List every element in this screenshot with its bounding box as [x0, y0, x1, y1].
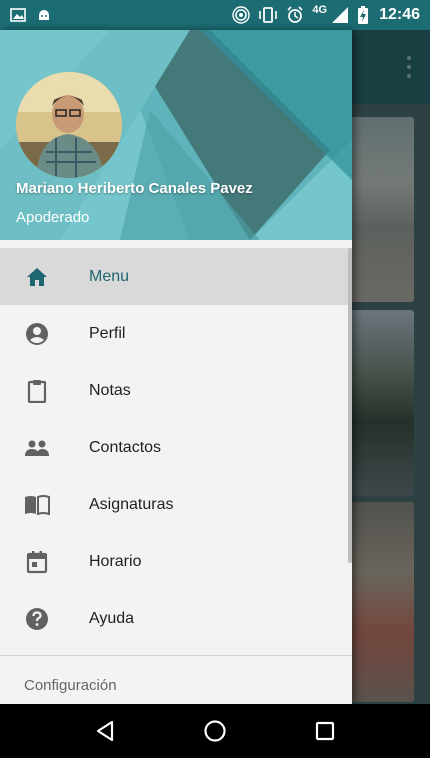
account-circle-icon — [24, 321, 50, 347]
people-icon — [24, 435, 50, 461]
status-time: 12:46 — [379, 6, 420, 23]
menu-item-ayuda[interactable]: Ayuda — [0, 590, 352, 647]
android-icon — [36, 7, 52, 23]
signal-icon — [331, 6, 349, 24]
menu-item-label: Notas — [89, 381, 131, 399]
avatar[interactable] — [16, 72, 122, 178]
alarm-icon — [286, 6, 304, 24]
menu-item-label: Horario — [89, 552, 142, 570]
network-type-label: 4G — [312, 4, 328, 16]
menu-item-asignaturas[interactable]: Asignaturas — [0, 476, 352, 533]
hotspot-icon — [232, 6, 251, 24]
clipboard-icon — [24, 378, 50, 404]
menu-item-contactos[interactable]: Contactos — [0, 419, 352, 476]
home-circle-icon[interactable] — [195, 711, 235, 751]
calendar-icon — [24, 549, 50, 575]
navigation-drawer: Mariano Heriberto Canales Pavez Apoderad… — [0, 30, 352, 704]
vibrate-icon — [258, 6, 278, 24]
menu-item-horario[interactable]: Horario — [0, 533, 352, 590]
menu-item-menu[interactable]: Menu — [0, 248, 352, 305]
menu-item-label: Perfil — [89, 324, 126, 342]
status-bar: 4G 12:46 — [0, 0, 430, 30]
drawer-header: Mariano Heriberto Canales Pavez Apoderad… — [0, 30, 352, 240]
menu-item-label: Asignaturas — [89, 495, 174, 513]
drawer-menu: Menu Perfil Notas Contactos Asignaturas — [0, 248, 352, 647]
menu-item-label: Contactos — [89, 438, 162, 456]
menu-item-label: Ayuda — [89, 609, 135, 627]
profile-role: Apoderado — [16, 209, 90, 226]
battery-charging-icon — [357, 6, 369, 24]
menu-item-perfil[interactable]: Perfil — [0, 305, 352, 362]
system-navigation-bar — [0, 704, 430, 758]
menu-divider — [0, 655, 352, 656]
profile-name: Mariano Heriberto Canales Pavez — [16, 180, 253, 197]
home-icon — [24, 264, 50, 290]
drawer-scrollbar[interactable] — [348, 248, 352, 563]
menu-item-label: Menu — [89, 267, 130, 285]
book-icon — [24, 492, 50, 518]
recents-icon[interactable] — [305, 711, 345, 751]
settings-section-label[interactable]: Configuración — [24, 677, 117, 694]
gallery-icon — [10, 7, 26, 23]
back-icon[interactable] — [85, 711, 125, 751]
menu-item-notas[interactable]: Notas — [0, 362, 352, 419]
help-icon — [24, 606, 50, 632]
